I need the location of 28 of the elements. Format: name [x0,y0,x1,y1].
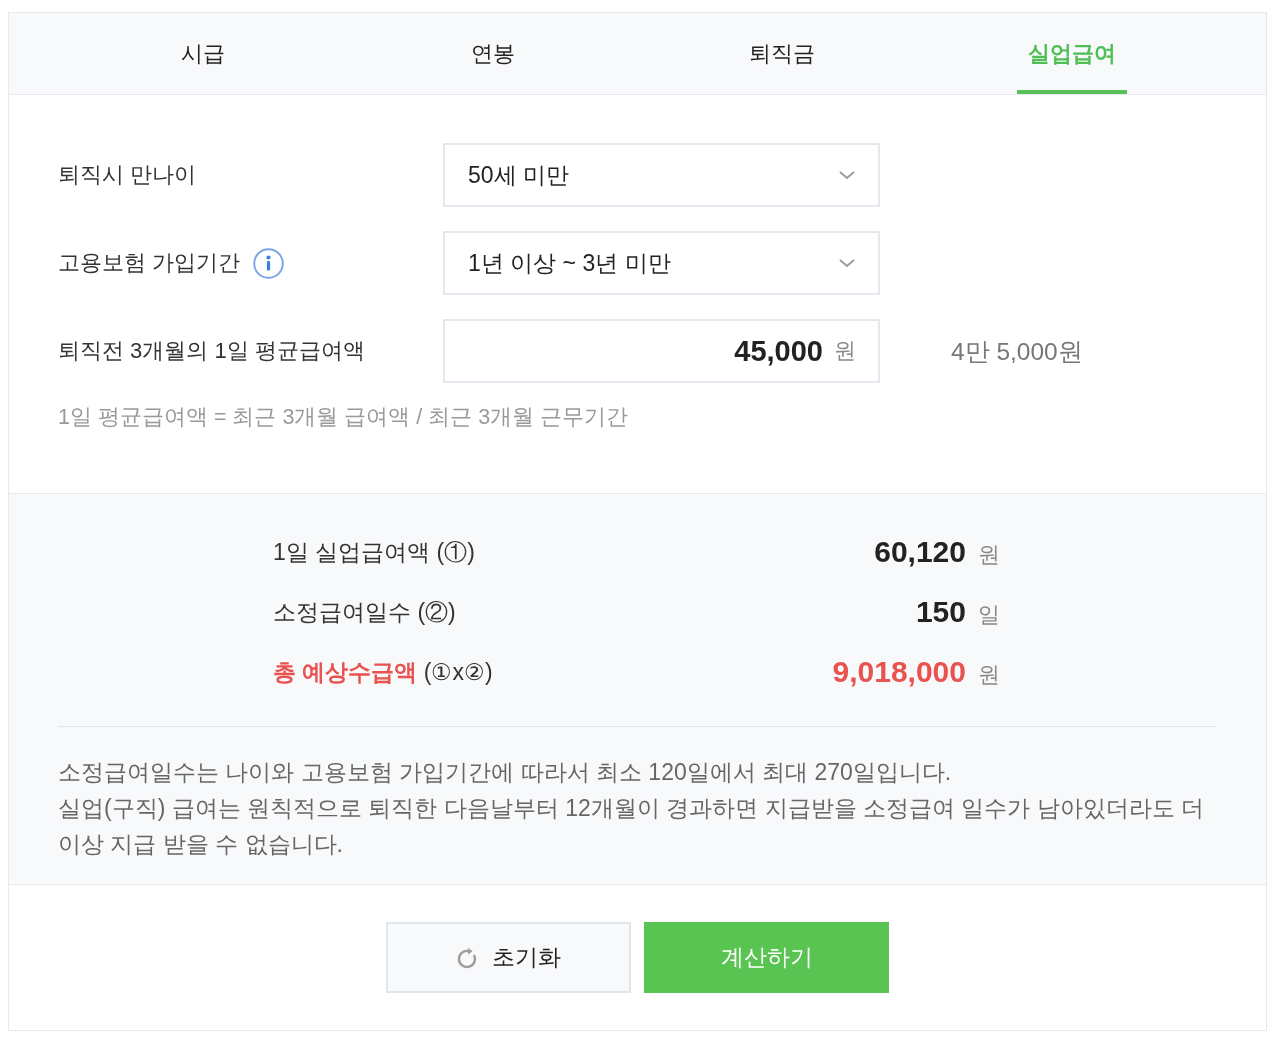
currency-unit: 원 [834,337,856,365]
amount-input[interactable]: 45,000 원 [443,319,880,383]
result-unit: 원 [978,660,1000,689]
formula-hint: 1일 평균급여액 = 최근 3개월 급여액 / 최근 3개월 근무기간 [58,404,630,431]
tab[interactable]: 퇴직금 [738,13,827,94]
result-value: 9,018,000 [832,654,966,689]
info-icon[interactable] [253,247,285,279]
result-value: 150 [915,594,966,629]
tab[interactable]: 시급 [169,13,236,94]
reset-button[interactable]: 초기화 [386,922,631,993]
chevron-down-icon [838,170,856,180]
amount-in-words: 4만 5,000원 [951,336,1084,367]
refresh-icon [456,946,478,969]
dropdown-select[interactable]: 1년 이상 ~ 3년 미만 [443,231,880,295]
result-unit: 일 [978,600,1000,629]
dropdown-select[interactable]: 50세 미만 [443,143,880,207]
field-label: 퇴직시 만나이 [58,161,197,189]
result-label: 총 예상수급액 (①x②) [273,657,493,687]
field-label: 퇴직전 3개월의 1일 평균급여액 [58,337,365,365]
tab[interactable]: 연봉 [459,13,526,94]
note-text: 소정급여일수는 나이와 고용보험 가입기간에 따라서 최소 120일에서 최대 270일입니다. [58,758,953,787]
result-label: 소정급여일수 (②) [273,597,456,627]
result-label: 1일 실업급여액 (①) [273,537,475,567]
chevron-down-icon [838,258,856,268]
result-value: 60,120 [874,534,966,569]
result-unit: 원 [978,540,1000,569]
note-text: 실업(구직) 급여는 원칙적으로 퇴직한 다음날부터 12개월이 경과하면 지급받을 소정급여 일수가 남아있더라도 더 이상 지급 받을 수 없습니다. [58,794,1206,859]
field-label: 고용보험 가입기간 [58,249,241,277]
